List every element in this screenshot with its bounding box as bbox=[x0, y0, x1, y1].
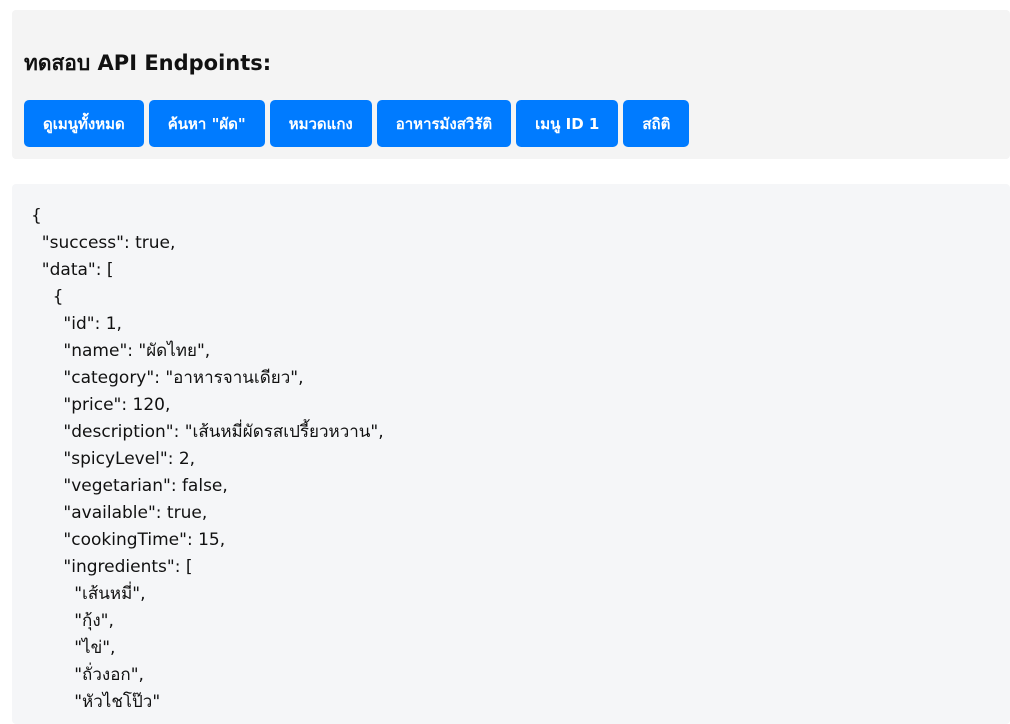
json-line: "data": [ bbox=[31, 260, 114, 280]
json-line: "เส้นหมี่", bbox=[31, 584, 146, 604]
api-test-panel: ทดสอบ API Endpoints: ดูเมนูทั้งหมด ค้นหา… bbox=[12, 10, 1010, 159]
menu-id-1-button[interactable]: เมนู ID 1 bbox=[516, 100, 619, 147]
vegetarian-button[interactable]: อาหารมังสวิรัติ bbox=[376, 100, 512, 147]
endpoint-button-row: ดูเมนูทั้งหมด ค้นหา "ผัด" หมวดแกง อาหารม… bbox=[24, 100, 690, 147]
panel-title: ทดสอบ API Endpoints: bbox=[24, 51, 272, 75]
json-line: "available": true, bbox=[31, 503, 208, 523]
json-line: "ถั่วงอก", bbox=[31, 665, 144, 685]
curry-category-button[interactable]: หมวดแกง bbox=[269, 100, 372, 147]
json-line: "กุ้ง", bbox=[31, 611, 114, 631]
json-line: "category": "อาหารจานเดียว", bbox=[31, 368, 304, 388]
json-line: { bbox=[31, 206, 42, 226]
json-line: "description": "เส้นหมี่ผัดรสเปรี้ยวหวาน… bbox=[31, 422, 384, 442]
json-output-panel: { "success": true, "data": [ { "id": 1, … bbox=[12, 184, 1010, 724]
json-line: "spicyLevel": 2, bbox=[31, 449, 196, 469]
json-line: "id": 1, bbox=[31, 314, 122, 334]
json-line: { bbox=[31, 287, 64, 307]
json-output: { "success": true, "data": [ { "id": 1, … bbox=[12, 184, 1010, 716]
json-line: "success": true, bbox=[31, 233, 176, 253]
view-all-menu-button[interactable]: ดูเมนูทั้งหมด bbox=[24, 100, 144, 147]
json-line: "vegetarian": false, bbox=[31, 476, 228, 496]
json-line: "หัวไชโป๊ว" bbox=[31, 692, 161, 712]
json-line: "ingredients": [ bbox=[31, 557, 193, 577]
json-line: "price": 120, bbox=[31, 395, 171, 415]
search-pad-button[interactable]: ค้นหา "ผัด" bbox=[148, 100, 265, 147]
statistics-button[interactable]: สถิติ bbox=[623, 100, 690, 147]
json-line: "ไข่", bbox=[31, 638, 116, 658]
json-line: "name": "ผัดไทย", bbox=[31, 341, 211, 361]
json-line: "cookingTime": 15, bbox=[31, 530, 226, 550]
